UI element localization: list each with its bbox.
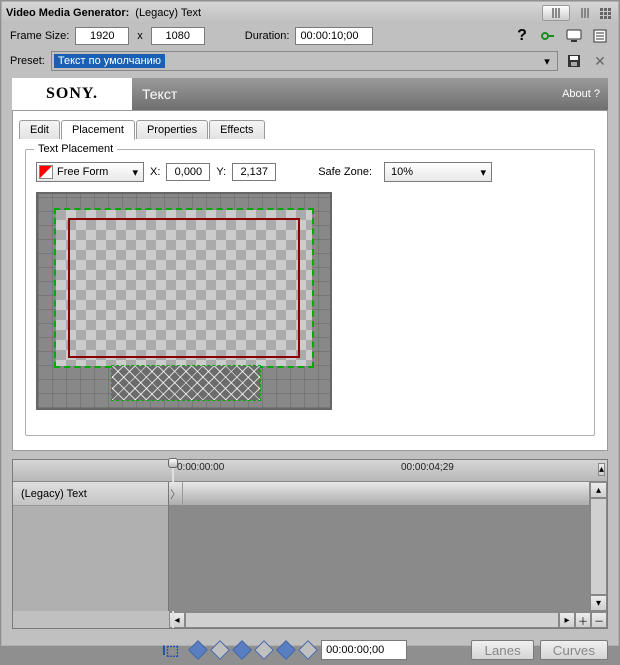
safezone-value: 10% — [387, 166, 413, 178]
safezone-dropdown[interactable]: 10% ▾ — [384, 162, 492, 182]
fieldset-legend: Text Placement — [34, 143, 117, 155]
vertical-scrollbar[interactable] — [590, 498, 607, 595]
tab-effects[interactable]: Effects — [209, 120, 264, 139]
tab-properties[interactable]: Properties — [136, 120, 208, 139]
fx-toggle-icon[interactable] — [542, 5, 570, 21]
plugin-title: Текст — [142, 86, 177, 102]
chevron-down-icon: ▾ — [478, 166, 490, 179]
zoom-in-icon[interactable]: － — [591, 612, 607, 628]
clip[interactable]: 〉 — [169, 482, 589, 506]
preset-dropdown[interactable]: Текст по умолчанию ▾ — [51, 51, 558, 71]
x-label: X: — [150, 166, 160, 178]
y-label: Y: — [216, 166, 226, 178]
kf-next-icon[interactable] — [232, 640, 252, 660]
scroll-up-icon[interactable]: ▴ — [590, 482, 607, 498]
text-bbox[interactable] — [112, 366, 260, 400]
scroll-right-icon[interactable]: ▸ — [559, 612, 575, 628]
track-header-column: (Legacy) Text — [13, 482, 169, 611]
keyframe-toolbar: I⬚ 00:00:00;00 Lanes Curves — [2, 635, 618, 665]
placement-mode-dropdown[interactable]: Free Form ▾ — [36, 162, 144, 182]
track-label[interactable]: (Legacy) Text — [13, 482, 168, 506]
lock-icon[interactable]: I⬚ — [162, 642, 179, 659]
safezone-label: Safe Zone: — [318, 166, 372, 178]
text-placement-fieldset: Text Placement Free Form ▾ X: Y: Safe Zo… — [25, 149, 595, 436]
fade-handle-icon[interactable]: 〉 — [169, 482, 183, 506]
frame-row: Frame Size: x Duration: ? — [2, 24, 618, 48]
chevron-down-icon: ▾ — [129, 166, 141, 179]
titlebar: Video Media Generator: (Legacy) Text — [2, 2, 618, 24]
horizontal-scrollbar[interactable] — [185, 612, 559, 628]
tabs: Edit Placement Properties Effects — [19, 115, 601, 139]
kf-add-icon[interactable] — [210, 640, 230, 660]
duration-input[interactable] — [295, 27, 373, 45]
about-link[interactable]: About ? — [562, 88, 600, 100]
track-area[interactable]: 〉 — [169, 482, 589, 611]
curves-button[interactable]: Curves — [540, 640, 608, 660]
frame-x: x — [137, 30, 143, 42]
zoom-out-icon[interactable]: ＋ — [575, 612, 591, 628]
timeline-ruler[interactable]: 0:00:00:00 00:00:04;29 ▴ — [13, 460, 607, 482]
preset-label: Preset: — [10, 55, 45, 67]
timeline: 0:00:00:00 00:00:04;29 ▴ (Legacy) Text 〉… — [12, 459, 608, 629]
tab-edit[interactable]: Edit — [19, 120, 60, 139]
placement-preview[interactable] — [36, 192, 332, 410]
duration-label: Duration: — [245, 30, 290, 42]
frame-height-input[interactable] — [151, 27, 205, 45]
window-subtitle: (Legacy) Text — [135, 7, 201, 19]
chevron-down-icon: ▾ — [539, 55, 555, 68]
timecode-input[interactable]: 00:00:00;00 — [321, 640, 407, 660]
plugin-header: SONY. Текст About ? — [12, 78, 608, 110]
kf-first-icon[interactable] — [254, 640, 274, 660]
scroll-down-icon[interactable]: ▾ — [590, 595, 607, 611]
plugin-icon[interactable] — [538, 27, 558, 45]
timeline-collapse-icon[interactable]: ▴ — [598, 463, 605, 476]
save-preset-icon[interactable] — [564, 52, 584, 70]
delete-preset-icon[interactable]: ✕ — [590, 52, 610, 70]
frame-size-label: Frame Size: — [10, 30, 69, 42]
properties-icon[interactable] — [590, 27, 610, 45]
preset-value: Текст по умолчанию — [54, 54, 165, 68]
view-list-icon[interactable] — [576, 5, 594, 21]
playhead[interactable] — [169, 460, 177, 482]
freeform-icon — [39, 165, 53, 179]
tab-placement[interactable]: Placement — [61, 120, 135, 140]
view-grid-icon[interactable] — [596, 5, 614, 21]
y-input[interactable] — [232, 163, 276, 181]
sony-logo: SONY. — [12, 78, 132, 110]
x-input[interactable] — [166, 163, 210, 181]
placement-mode-value: Free Form — [57, 166, 108, 178]
kf-delete-icon[interactable] — [298, 640, 318, 660]
window-title: Video Media Generator: — [6, 7, 129, 19]
tab-body: Text Placement Free Form ▾ X: Y: Safe Zo… — [12, 139, 608, 451]
monitor-icon[interactable] — [564, 27, 584, 45]
frame-width-input[interactable] — [75, 27, 129, 45]
preset-row: Preset: Текст по умолчанию ▾ ✕ — [2, 48, 618, 74]
kf-last-icon[interactable] — [276, 640, 296, 660]
safezone-box — [68, 218, 300, 358]
kf-prev-icon[interactable] — [188, 640, 208, 660]
help-icon[interactable]: ? — [512, 27, 532, 45]
ruler-time-0: 0:00:00:00 — [177, 462, 224, 473]
ruler-time-1: 00:00:04;29 — [401, 462, 454, 473]
lanes-button[interactable]: Lanes — [471, 640, 533, 660]
